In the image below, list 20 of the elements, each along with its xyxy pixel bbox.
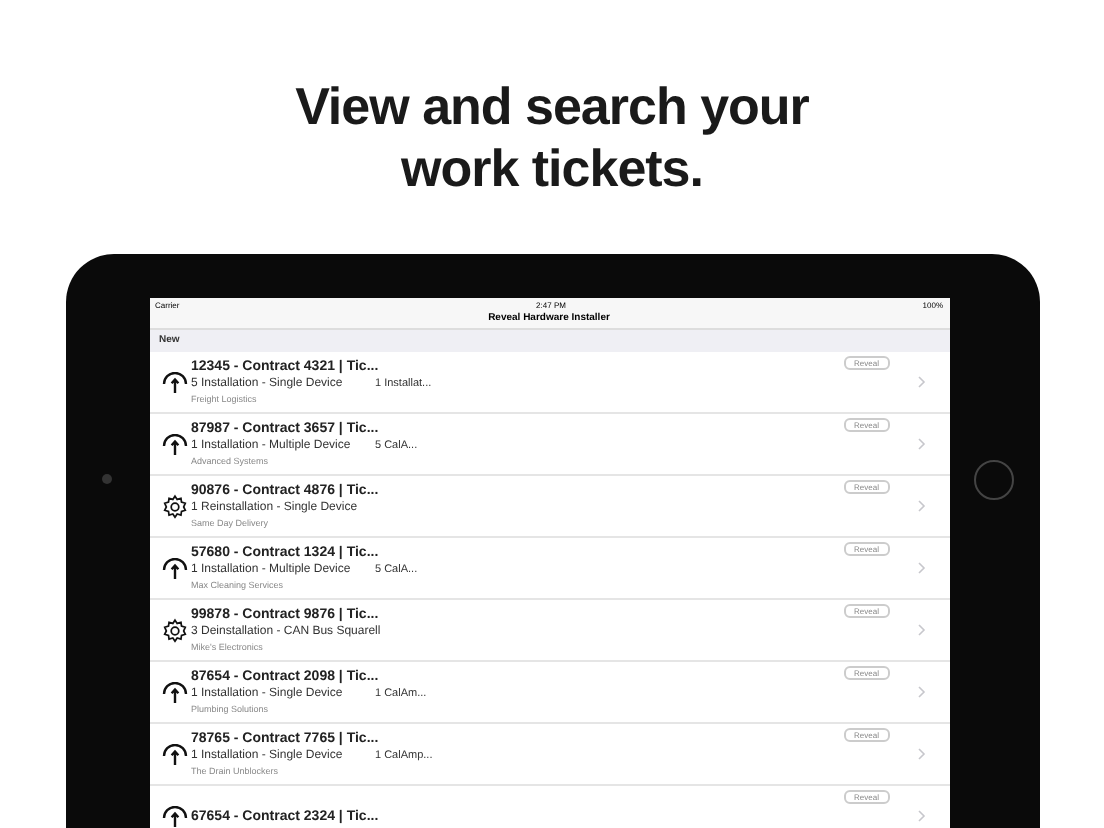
chevron-icon: [917, 624, 925, 636]
antenna-icon: [162, 681, 188, 703]
chevron-icon: [917, 438, 925, 450]
chevron-icon: [917, 810, 925, 822]
chevron-icon: [917, 686, 925, 698]
chevron-icon: [917, 376, 925, 388]
home-button[interactable]: [974, 459, 1014, 499]
chevron-icon: [917, 562, 925, 574]
headline: work tickets.: [400, 138, 703, 200]
antenna-icon: [162, 805, 188, 827]
antenna-icon: [162, 371, 188, 393]
antenna-icon: [162, 557, 188, 579]
headline: View and search your: [295, 76, 809, 138]
chevron-icon: [917, 748, 925, 760]
antenna-icon: [162, 433, 188, 455]
gear-icon: [162, 493, 188, 519]
chevron-icon: [917, 500, 925, 512]
gear-icon: [162, 617, 188, 643]
antenna-icon: [162, 743, 188, 765]
camera-icon: [102, 474, 112, 484]
